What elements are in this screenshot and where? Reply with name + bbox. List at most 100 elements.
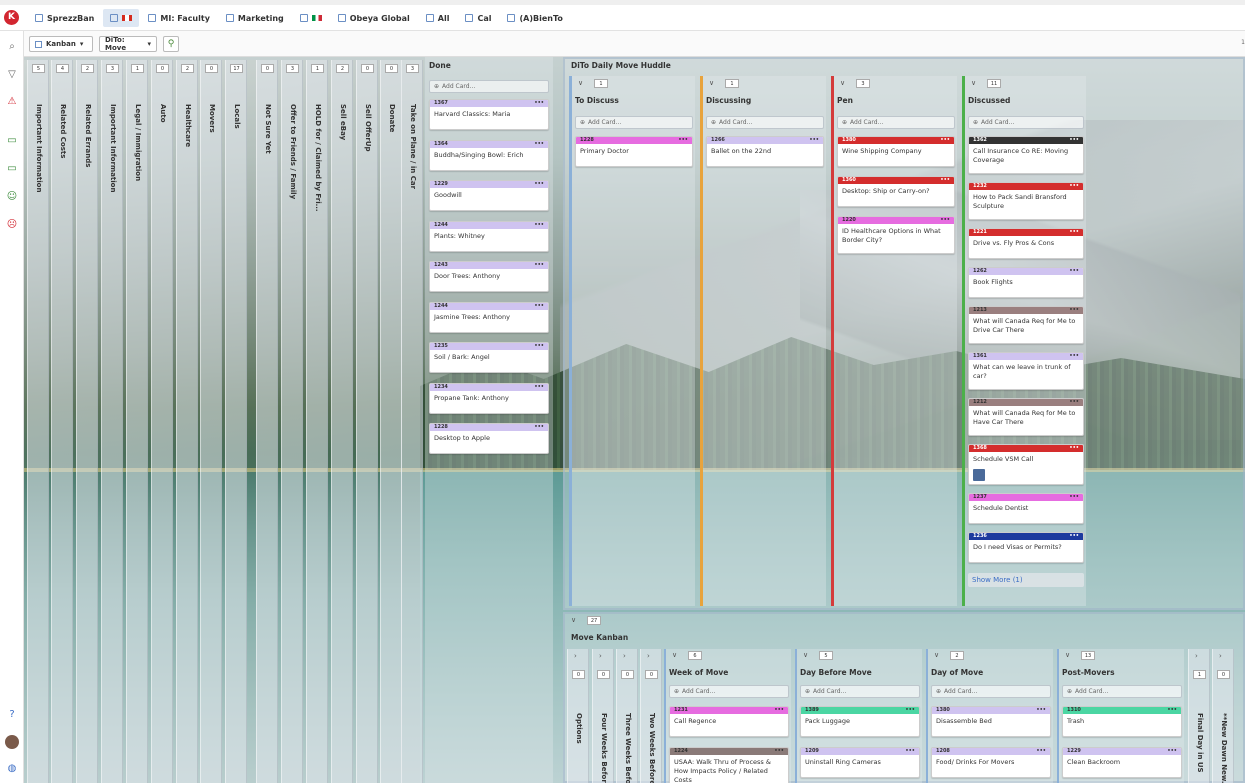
more-icon[interactable]: •••: [534, 384, 544, 391]
vertical-lane[interactable]: 0 Auto: [151, 60, 173, 783]
tab-6[interactable]: All: [419, 9, 457, 27]
more-icon[interactable]: •••: [940, 177, 950, 184]
card[interactable]: 1262 ••• Book Flights: [968, 267, 1084, 298]
collapse-chevron-icon[interactable]: ∨: [971, 79, 976, 87]
more-icon[interactable]: •••: [678, 137, 688, 144]
add-card-button[interactable]: ⊕ Add Card...: [575, 116, 693, 129]
expand-chevron-icon[interactable]: ›: [647, 652, 650, 660]
tab-0[interactable]: SprezzBan: [28, 9, 101, 27]
add-card-button[interactable]: ⊕ Add Card...: [800, 685, 920, 698]
move-lane[interactable]: › 0 Options: [567, 649, 589, 783]
vertical-lane[interactable]: 0 Donate: [380, 60, 402, 783]
vertical-lane[interactable]: 2 Sell eBay: [331, 60, 353, 783]
more-icon[interactable]: •••: [905, 707, 915, 714]
more-icon[interactable]: •••: [809, 137, 819, 144]
more-icon[interactable]: •••: [940, 137, 950, 144]
user-add-icon[interactable]: ☺: [5, 190, 19, 204]
collapse-chevron-icon[interactable]: ∨: [709, 79, 714, 87]
more-icon[interactable]: •••: [1069, 353, 1079, 360]
help-icon[interactable]: ?: [5, 708, 19, 722]
more-icon[interactable]: •••: [1069, 399, 1079, 406]
add-card-button[interactable]: ⊕ Add Card...: [968, 116, 1084, 129]
card[interactable]: 1362 ••• Call Insurance Co RE: Moving Cove…: [968, 136, 1084, 174]
tab-4[interactable]: [293, 9, 329, 27]
card[interactable]: 1244 ••• Plants: Whitney: [429, 220, 549, 252]
more-icon[interactable]: •••: [1069, 137, 1079, 144]
collapse-chevron-icon[interactable]: ∨: [578, 79, 583, 87]
more-icon[interactable]: •••: [534, 222, 544, 229]
add-card-button[interactable]: ⊕ Add Card...: [429, 80, 549, 93]
more-icon[interactable]: •••: [534, 343, 544, 350]
card[interactable]: 1228 ••• Primary Doctor: [575, 136, 693, 167]
board-settings-icon[interactable]: ▭: [5, 162, 19, 176]
tab-7[interactable]: Cal: [458, 9, 498, 27]
more-icon[interactable]: •••: [1036, 748, 1046, 755]
expand-chevron-icon[interactable]: ›: [1195, 652, 1198, 660]
card[interactable]: 1234 ••• Propane Tank: Anthony: [429, 382, 549, 414]
tab-3[interactable]: Marketing: [219, 9, 291, 27]
more-icon[interactable]: •••: [1167, 707, 1177, 714]
view-dropdown[interactable]: Kanban ▾: [29, 36, 93, 52]
vertical-lane[interactable]: 5 Important Information: [27, 60, 49, 783]
move-lane-right[interactable]: › 0 **New Dawn New...: [1212, 649, 1234, 783]
tab-5[interactable]: Obeya Global: [331, 9, 417, 27]
card[interactable]: 1232 ••• How to Pack Sandi Bransford Sculp…: [968, 182, 1084, 220]
more-icon[interactable]: •••: [534, 424, 544, 431]
card[interactable]: 1236 ••• Do I need Visas or Permits?: [968, 532, 1084, 563]
card[interactable]: 1360 ••• Desktop: Ship or Carry-on?: [837, 176, 955, 207]
more-icon[interactable]: •••: [1069, 183, 1079, 190]
card[interactable]: 1220 ••• ID Healthcare Options in What Bor…: [837, 216, 955, 254]
card[interactable]: 1209 ••• Uninstall Ring Cameras: [800, 747, 920, 778]
user-avatar[interactable]: [5, 735, 19, 749]
search-icon[interactable]: ⌕: [5, 40, 19, 54]
more-icon[interactable]: •••: [1069, 229, 1079, 236]
card[interactable]: 1310 ••• Trash: [1062, 706, 1182, 737]
card[interactable]: 1208 ••• Food/ Drinks For Movers: [931, 747, 1051, 778]
more-icon[interactable]: •••: [1036, 707, 1046, 714]
card[interactable]: 1235 ••• Soil / Bark: Angel: [429, 342, 549, 373]
expand-chevron-icon[interactable]: ›: [1219, 652, 1222, 660]
more-icon[interactable]: •••: [1069, 494, 1079, 501]
collapse-chevron-icon[interactable]: ∨: [803, 651, 808, 659]
board-add-icon[interactable]: ▭: [5, 134, 19, 148]
card[interactable]: 1231 ••• Call Regence: [669, 706, 789, 737]
card[interactable]: 1224 ••• USAA: Walk Thru of Process & How …: [669, 747, 789, 783]
more-icon[interactable]: •••: [534, 303, 544, 310]
expand-chevron-icon[interactable]: ›: [599, 652, 602, 660]
more-icon[interactable]: •••: [1069, 307, 1079, 314]
board-dropdown[interactable]: DiTo: Move ▾: [99, 36, 157, 52]
vertical-lane[interactable]: 4 Related Costs: [51, 60, 73, 783]
add-card-button[interactable]: ⊕ Add Card...: [837, 116, 955, 129]
add-user-button[interactable]: ⚲: [163, 36, 179, 52]
card[interactable]: 1368 ••• Schedule VSM Call: [968, 444, 1084, 485]
vertical-lane[interactable]: 2 Related Errands: [76, 60, 98, 783]
user-remove-icon[interactable]: ☹: [5, 218, 19, 232]
card[interactable]: 1212 ••• What will Canada Req for Me to Ha…: [968, 398, 1084, 436]
more-icon[interactable]: •••: [774, 707, 784, 714]
more-icon[interactable]: •••: [534, 262, 544, 269]
move-lane[interactable]: › 0 Two Weeks Before M...: [640, 649, 662, 783]
vertical-lane[interactable]: 2 Healthcare: [176, 60, 198, 783]
more-icon[interactable]: •••: [905, 748, 915, 755]
card[interactable]: 1228 ••• Desktop to Apple: [429, 423, 549, 454]
vertical-lane[interactable]: 0 Not Sure Yet: [256, 60, 278, 783]
more-icon[interactable]: •••: [774, 748, 784, 755]
card[interactable]: 1367 ••• Harvard Classics: Maria: [429, 99, 549, 130]
app-logo[interactable]: K: [4, 10, 19, 25]
card[interactable]: 1389 ••• Pack Luggage: [800, 706, 920, 737]
expand-chevron-icon[interactable]: ›: [623, 652, 626, 660]
add-card-button[interactable]: ⊕ Add Card...: [1062, 685, 1182, 698]
card[interactable]: 1213 ••• What will Canada Req for Me to Dr…: [968, 306, 1084, 344]
add-card-button[interactable]: ⊕ Add Card...: [931, 685, 1051, 698]
vertical-lane[interactable]: 17 Locals: [225, 60, 247, 783]
card[interactable]: 1244 ••• Jasmine Trees: Anthony: [429, 301, 549, 333]
more-icon[interactable]: •••: [534, 100, 544, 107]
more-icon[interactable]: •••: [1167, 748, 1177, 755]
card[interactable]: 1266 ••• Ballet on the 22nd: [706, 136, 824, 167]
more-icon[interactable]: •••: [534, 181, 544, 188]
card[interactable]: 1243 ••• Door Trees: Anthony: [429, 261, 549, 292]
card[interactable]: 1221 ••• Drive vs. Fly Pros & Cons: [968, 228, 1084, 259]
move-lane-right[interactable]: › 1 Final Day in US: [1188, 649, 1210, 783]
more-icon[interactable]: •••: [940, 217, 950, 224]
collapse-chevron-icon[interactable]: ∨: [934, 651, 939, 659]
